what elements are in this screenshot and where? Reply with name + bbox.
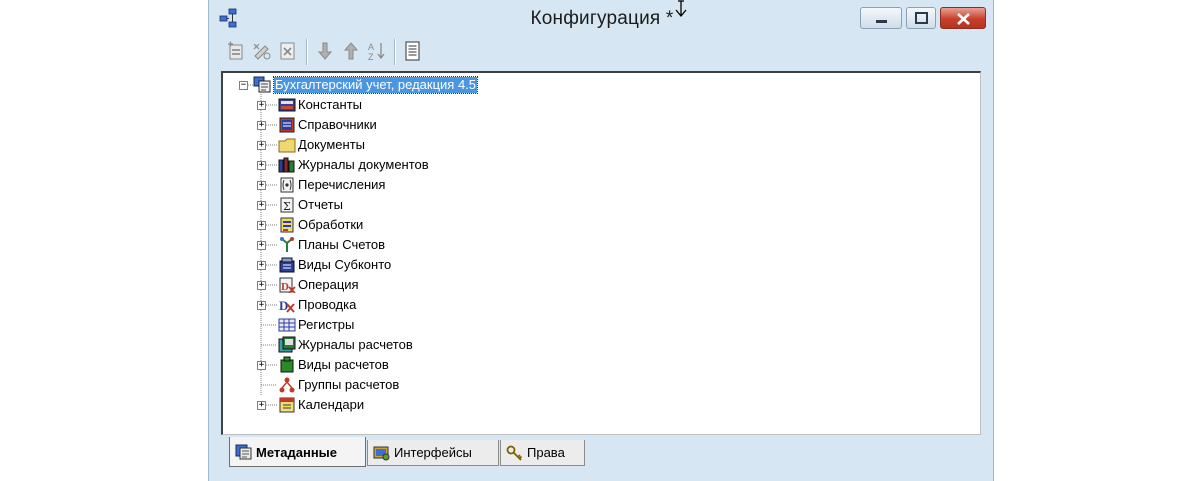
minimize-icon xyxy=(876,20,887,23)
calendars-icon xyxy=(279,397,295,413)
tree-item[interactable]: + Σ Отчеты xyxy=(223,195,963,215)
tree-root-label: Бухгалтерский учет, редакция 4.5 xyxy=(272,76,479,94)
tree-item-label: Отчеты xyxy=(298,197,343,212)
tree-item[interactable]: + Календари xyxy=(223,395,963,415)
close-icon xyxy=(957,13,970,25)
data-processors-icon xyxy=(280,217,294,233)
tree-item[interactable]: + Журналы документов xyxy=(223,155,963,175)
tree-item[interactable]: + Перечисления xyxy=(223,175,963,195)
toolbar-separator xyxy=(306,39,308,65)
document-journals-icon xyxy=(278,157,295,173)
close-button[interactable] xyxy=(940,7,986,29)
tree-item[interactable]: + D Операция xyxy=(223,275,963,295)
move-up-icon[interactable] xyxy=(340,40,362,62)
sort-icon[interactable]: A Z xyxy=(366,40,388,62)
expand-toggle[interactable]: + xyxy=(257,181,266,190)
subconto-kinds-icon xyxy=(279,257,295,273)
expand-toggle[interactable]: + xyxy=(257,261,266,270)
tree-item-label: Планы Счетов xyxy=(298,237,386,252)
move-down-icon[interactable] xyxy=(314,40,336,62)
expand-toggle[interactable]: + xyxy=(257,281,266,290)
svg-text:D: D xyxy=(281,281,289,293)
tree-item-label: Константы xyxy=(298,97,362,112)
tree-item[interactable]: + Планы Счетов xyxy=(223,235,963,255)
expand-toggle[interactable]: + xyxy=(257,221,266,230)
delete-icon[interactable] xyxy=(277,40,299,62)
registers-icon xyxy=(278,318,296,332)
entry-icon: D xyxy=(279,298,295,313)
tree-item-label: Операция xyxy=(298,277,359,292)
documents-folder-icon xyxy=(278,138,296,153)
description-icon[interactable] xyxy=(402,40,424,62)
tree-item[interactable]: + Виды расчетов xyxy=(223,355,963,375)
tree-item[interactable]: + Документы xyxy=(223,135,963,155)
operation-icon: D xyxy=(279,277,296,293)
catalogs-icon xyxy=(279,117,295,133)
expand-toggle[interactable]: + xyxy=(257,301,266,310)
tree-item-label: Справочники xyxy=(298,117,377,132)
tab-metadata[interactable]: Метаданные xyxy=(229,437,366,467)
enumerations-icon xyxy=(280,177,294,193)
tab-label: Интерфейсы xyxy=(394,445,472,460)
collapse-toggle[interactable]: − xyxy=(239,81,248,90)
tree-item-label: Виды расчетов xyxy=(298,357,389,372)
expand-toggle[interactable]: + xyxy=(257,241,266,250)
calculation-kinds-icon xyxy=(280,356,294,373)
tab-label: Метаданные xyxy=(256,445,338,460)
tree-item-label: Регистры xyxy=(298,317,355,332)
configuration-root-icon xyxy=(253,76,271,93)
expand-toggle[interactable]: + xyxy=(257,401,266,410)
expand-toggle[interactable]: + xyxy=(257,361,266,370)
tree-item-label: Журналы документов xyxy=(298,157,429,172)
tab-label: Права xyxy=(527,445,565,460)
expand-toggle[interactable]: + xyxy=(257,161,266,170)
metadata-icon xyxy=(235,444,252,460)
expand-toggle[interactable]: + xyxy=(257,101,266,110)
tree-item[interactable]: Регистры xyxy=(223,315,963,335)
toolbar-separator xyxy=(394,39,396,65)
edit-properties-icon[interactable] xyxy=(251,40,273,62)
tree-item[interactable]: + D Проводка xyxy=(223,295,963,315)
tree-item-label: Журналы расчетов xyxy=(298,337,413,352)
tree-item-label: Проводка xyxy=(298,297,357,312)
calculation-journals-icon xyxy=(278,336,296,353)
maximize-icon xyxy=(915,12,928,24)
interfaces-icon xyxy=(373,446,390,461)
tree-item[interactable]: + Виды Субконто xyxy=(223,255,963,275)
tree-item-label: Документы xyxy=(298,137,366,152)
expand-toggle[interactable]: + xyxy=(257,141,266,150)
calculation-groups-icon xyxy=(279,377,295,393)
tree-item[interactable]: Журналы расчетов xyxy=(223,335,963,355)
tree-item[interactable]: Группы расчетов xyxy=(223,375,963,395)
svg-text:Z: Z xyxy=(368,52,374,62)
tree-item-label: Группы расчетов xyxy=(298,377,400,392)
tree-item[interactable]: + Константы xyxy=(223,95,963,115)
tree-item[interactable]: + Справочники xyxy=(223,115,963,135)
tree-item-label: Виды Субконто xyxy=(298,257,392,272)
new-item-icon[interactable] xyxy=(225,40,247,62)
rights-icon xyxy=(506,445,523,461)
tree-item-label: Перечисления xyxy=(298,177,386,192)
configuration-window: Конфигурация * A Z − Бухгалтерский учет,… xyxy=(208,0,994,481)
tab-bar: Метаданные Интерфейсы Права xyxy=(229,437,969,467)
tree-item-label: Обработки xyxy=(298,217,364,232)
tab-rights[interactable]: Права xyxy=(500,440,585,466)
resize-cursor-icon xyxy=(675,0,687,18)
toolbar: A Z xyxy=(218,36,988,68)
reports-icon: Σ xyxy=(280,197,294,213)
minimize-button[interactable] xyxy=(860,7,902,29)
expand-toggle[interactable]: + xyxy=(257,201,266,210)
tree-root-item[interactable]: − Бухгалтерский учет, редакция 4.5 xyxy=(223,75,963,95)
svg-text:Σ: Σ xyxy=(283,200,291,213)
maximize-button[interactable] xyxy=(906,7,936,29)
chart-of-accounts-icon xyxy=(280,237,294,252)
tree-item-label: Календари xyxy=(298,397,365,412)
metadata-tree-panel[interactable]: − Бухгалтерский учет, редакция 4.5 + Конста… xyxy=(221,71,981,435)
tree-item[interactable]: + Обработки xyxy=(223,215,963,235)
constants-icon xyxy=(278,98,296,112)
title-bar[interactable]: Конфигурация * xyxy=(209,0,995,38)
tab-interfaces[interactable]: Интерфейсы xyxy=(367,440,499,466)
expand-toggle[interactable]: + xyxy=(257,121,266,130)
svg-text:A: A xyxy=(368,42,374,52)
